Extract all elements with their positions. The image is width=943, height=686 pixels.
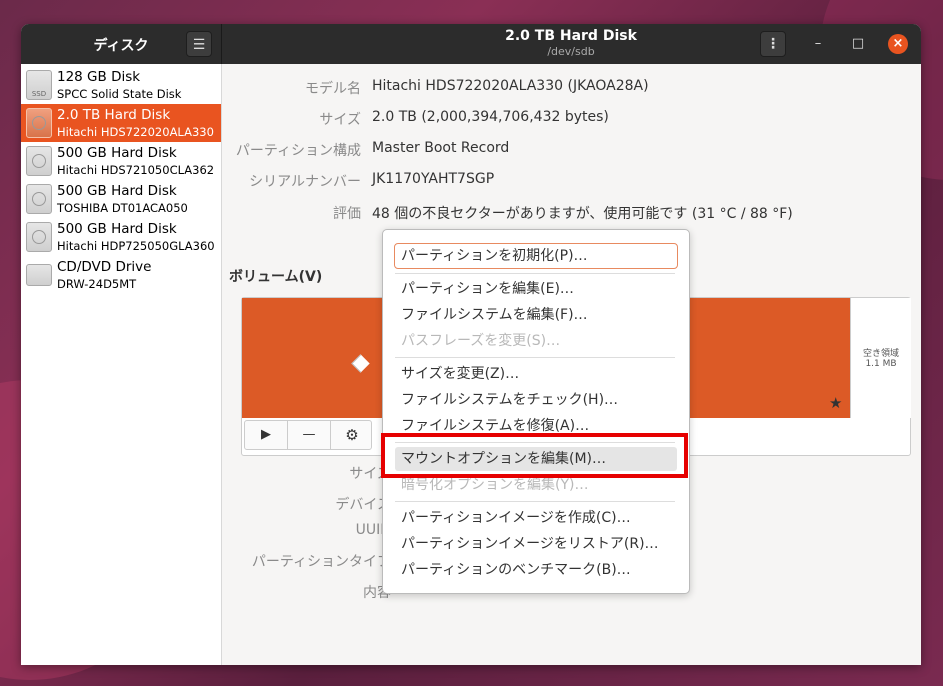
maximize-button[interactable]: □ [848, 34, 868, 54]
free-space-label: 空き領域 [862, 349, 899, 359]
disk-name: 500 GB Hard Disk [57, 221, 177, 237]
minimize-button[interactable]: – [808, 34, 828, 54]
disk-name: 128 GB Disk [57, 69, 141, 85]
disk-list: 128 GB Disk SPCC Solid State Disk 2.0 TB… [21, 64, 222, 665]
menu-separator [395, 357, 675, 358]
property-label: サイズ [319, 112, 361, 128]
partition-options-menu: パーティションを初期化(P)… パーティションを編集(E)… ファイルシステムを… [382, 229, 690, 594]
volume-toolbar: ▶ — ⚙ [244, 420, 372, 450]
property-value: JK1170YAHT7SGP [372, 171, 495, 187]
disk-model: Hitachi HDS722020ALA330 [57, 125, 214, 139]
disk-model: Hitachi HDS721050CLA362 [57, 163, 215, 177]
property-value: Master Boot Record [372, 140, 510, 156]
free-space-size: 1.1 MB [865, 359, 897, 369]
optical-drive-icon [26, 264, 52, 286]
menu-item-resize[interactable]: サイズを変更(Z)… [395, 362, 677, 386]
disk-name: 2.0 TB Hard Disk [57, 107, 171, 123]
disk-item[interactable]: 500 GB Hard Disk Hitachi HDS721050CLA362 [21, 142, 221, 180]
sidebar-header: ディスク ☰ [21, 24, 222, 64]
delete-partition-minus-icon[interactable]: — [288, 421, 330, 449]
disk-name: 500 GB Hard Disk [57, 183, 177, 199]
disk-model: TOSHIBA DT01ACA050 [57, 201, 188, 215]
menu-item-create-image[interactable]: パーティションイメージを作成(C)… [395, 506, 677, 530]
menu-item-edit-partition[interactable]: パーティションを編集(E)… [395, 277, 677, 301]
disk-item-selected[interactable]: 2.0 TB Hard Disk Hitachi HDS722020ALA330 [21, 104, 221, 142]
hamburger-menu-icon[interactable]: ☰ [186, 31, 212, 57]
hdd-icon [26, 108, 52, 138]
disk-item[interactable]: 500 GB Hard Disk TOSHIBA DT01ACA050 [21, 180, 221, 218]
menu-separator [395, 273, 675, 274]
hdd-icon [26, 222, 52, 252]
volumes-heading: ボリューム(V) [229, 269, 323, 285]
disk-model: Hitachi HDP725050GLA360 [57, 239, 215, 253]
hdd-icon [26, 184, 52, 214]
menu-item-edit-filesystem[interactable]: ファイルシステムを編集(F)… [395, 303, 677, 327]
disk-model: SPCC Solid State Disk [57, 87, 182, 101]
disk-item[interactable]: 128 GB Disk SPCC Solid State Disk [21, 66, 221, 104]
disk-item[interactable]: 500 GB Hard Disk Hitachi HDP725050GLA360 [21, 218, 221, 256]
menu-separator [395, 501, 675, 502]
property-label: パーティション構成 [235, 143, 361, 159]
header-bar: ディスク ☰ 2.0 TB Hard Disk /dev/sdb ⋮ – □ × [21, 24, 921, 64]
property-label: シリアルナンバー [249, 174, 361, 190]
menu-item-check-filesystem[interactable]: ファイルシステムをチェック(H)… [395, 388, 677, 412]
disk-name: 500 GB Hard Disk [57, 145, 177, 161]
property-label: 評価 [333, 206, 361, 222]
ssd-icon [26, 70, 52, 100]
menu-item-benchmark[interactable]: パーティションのベンチマーク(B)… [395, 558, 677, 582]
gear-icon[interactable]: ⚙ [331, 421, 373, 449]
menu-item-change-passphrase[interactable]: パスフレーズを変更(S)… [395, 329, 677, 353]
property-value: Hitachi HDS722020ALA330 (JKAOA28A) [372, 78, 649, 94]
close-button[interactable]: × [888, 34, 908, 54]
menu-item-format-partition[interactable]: パーティションを初期化(P)… [394, 243, 678, 269]
free-space-block[interactable]: 空き領域 1.1 MB [850, 298, 911, 418]
mount-play-icon[interactable]: ▶ [245, 421, 287, 449]
property-value: 48 個の不良セクターがありますが、使用可能です (31 °C / 88 °F) [372, 206, 793, 222]
drive-options-menu-icon[interactable]: ⋮ [760, 31, 786, 57]
star-icon: ★ [829, 394, 843, 412]
annotation-highlight-box [381, 433, 688, 478]
property-label: モデル名 [305, 81, 361, 97]
menu-item-restore-image[interactable]: パーティションイメージをリストア(R)… [395, 532, 677, 556]
disk-item[interactable]: CD/DVD Drive DRW-24D5MT [21, 256, 221, 294]
disk-name: CD/DVD Drive [57, 259, 152, 275]
property-value: 2.0 TB (2,000,394,706,432 bytes) [372, 109, 609, 125]
hdd-icon [26, 146, 52, 176]
partition-property-label: パーティションタイプ [251, 554, 391, 570]
disk-model: DRW-24D5MT [57, 277, 137, 291]
